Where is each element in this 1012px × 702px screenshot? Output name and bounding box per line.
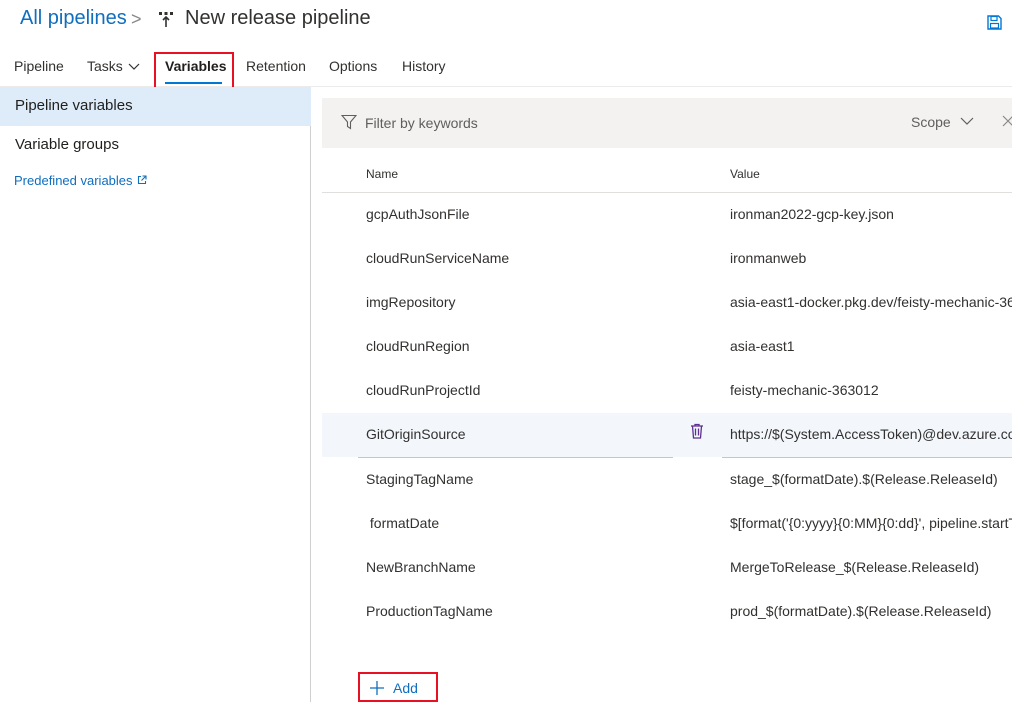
tab-history[interactable]: History [402, 58, 446, 74]
variable-name[interactable]: gcpAuthJsonFile [366, 206, 470, 222]
variable-row[interactable]: gcpAuthJsonFile ironman2022-gcp-key.json [322, 193, 1012, 237]
variable-value[interactable]: ironman2022-gcp-key.json [730, 206, 894, 222]
variable-row[interactable]: cloudRunServiceName ironmanweb [322, 237, 1012, 281]
tab-tasks[interactable]: Tasks [87, 58, 140, 74]
variable-row[interactable]: StagingTagName stage_$(formatDate).$(Rel… [322, 458, 1012, 502]
predefined-variables-label: Predefined variables [14, 173, 133, 188]
variable-value[interactable]: MergeToRelease_$(Release.ReleaseId) [730, 559, 979, 575]
add-variable-button[interactable]: Add [358, 672, 438, 702]
external-link-icon [137, 175, 147, 185]
tab-options[interactable]: Options [329, 58, 377, 74]
variable-name[interactable]: cloudRunRegion [366, 338, 470, 354]
column-header-name[interactable]: Name [366, 167, 398, 181]
plus-icon [370, 681, 384, 695]
variable-value[interactable]: feisty-mechanic-363012 [730, 382, 879, 398]
variable-value[interactable]: asia-east1-docker.pkg.dev/feisty-mechani… [730, 294, 1012, 310]
variable-value[interactable]: asia-east1 [730, 338, 795, 354]
variable-name[interactable]: imgRepository [366, 294, 455, 310]
variable-name[interactable]: ProductionTagName [366, 603, 493, 619]
filter-icon [341, 114, 357, 130]
breadcrumb-all-pipelines[interactable]: All pipelines [20, 7, 127, 30]
variable-row[interactable]: ProductionTagName prod_$(formatDate).$(R… [322, 590, 1012, 634]
tab-tasks-label: Tasks [87, 58, 123, 74]
variable-name[interactable]: NewBranchName [366, 559, 476, 575]
variable-name[interactable]: GitOriginSource [366, 426, 466, 442]
sidebar-item-variable-groups[interactable]: Variable groups [0, 126, 311, 165]
variable-name[interactable]: cloudRunProjectId [366, 382, 480, 398]
sidebar: Pipeline variables Variable groups Prede… [0, 87, 311, 702]
trash-icon[interactable] [690, 423, 704, 439]
variable-value[interactable]: ironmanweb [730, 250, 806, 266]
breadcrumb-separator: > [131, 9, 142, 29]
release-pipeline-icon [159, 12, 173, 27]
filter-bar: Filter by keywords Scope [322, 98, 1012, 148]
save-icon[interactable] [987, 15, 1002, 30]
chevron-down-icon[interactable] [960, 117, 974, 126]
variable-value[interactable]: prod_$(formatDate).$(Release.ReleaseId) [730, 603, 991, 619]
variable-name[interactable]: cloudRunServiceName [366, 250, 509, 266]
tab-pipeline[interactable]: Pipeline [14, 58, 64, 74]
variable-row[interactable]: cloudRunProjectId feisty-mechanic-363012 [322, 369, 1012, 413]
variable-value[interactable]: stage_$(formatDate).$(Release.ReleaseId) [730, 471, 998, 487]
scope-dropdown[interactable]: Scope [911, 114, 951, 130]
variable-row[interactable]: formatDate $[format('{0:yyyy}{0:MM}{0:dd… [322, 502, 1012, 546]
variable-name[interactable]: formatDate [366, 515, 439, 531]
variable-row-selected[interactable]: GitOriginSource https://$(System.AccessT… [322, 413, 1012, 458]
variable-row[interactable]: imgRepository asia-east1-docker.pkg.dev/… [322, 281, 1012, 325]
sidebar-item-pipeline-variables[interactable]: Pipeline variables [0, 87, 311, 126]
tab-bar: Pipeline Tasks Variables Retention Optio… [0, 46, 1012, 93]
variable-row[interactable]: NewBranchName MergeToRelease_$(Release.R… [322, 546, 1012, 590]
filter-input[interactable]: Filter by keywords [365, 115, 478, 131]
variable-value[interactable]: $[format('{0:yyyy}{0:MM}{0:dd}', pipelin… [730, 515, 1012, 531]
tab-retention[interactable]: Retention [246, 58, 306, 74]
add-label: Add [393, 680, 418, 696]
variable-row[interactable]: cloudRunRegion asia-east1 [322, 325, 1012, 369]
header: All pipelines > New release pipeline [0, 0, 1012, 46]
chevron-down-icon [128, 63, 140, 71]
predefined-variables-link[interactable]: Predefined variables [14, 173, 147, 188]
clear-filter-icon[interactable] [1002, 115, 1012, 127]
variable-name[interactable]: StagingTagName [366, 471, 473, 487]
page-title: New release pipeline [185, 7, 371, 29]
variable-value[interactable]: https://$(System.AccessToken)@dev.azure.… [730, 426, 1012, 442]
column-header-value[interactable]: Value [730, 167, 760, 181]
